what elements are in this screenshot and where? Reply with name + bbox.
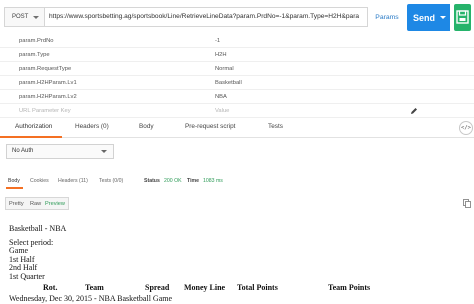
time-label: Time [187,178,200,184]
period-option[interactable]: 2nd Half [9,264,474,273]
param-value[interactable]: NBA [215,94,227,100]
param-row[interactable]: param.H2HParam.Lv1 Basketball [0,76,474,90]
auth-type-select[interactable]: No Auth [6,144,114,159]
request-tabs: Authorization Headers (0) Body Pre-reque… [0,116,474,138]
column-header: Team Points [328,283,371,292]
save-button[interactable] [454,4,471,31]
select-period-label: Select period: [9,237,54,247]
tab-pre-request-script[interactable]: Pre-request script [185,123,235,130]
copy-icon[interactable] [463,199,471,208]
param-value[interactable]: -1 [215,38,220,44]
view-raw-button[interactable]: Raw [30,201,41,207]
param-key-placeholder[interactable]: URL Parameter Key [19,108,71,114]
preview-heading: Basketball - NBA [9,224,67,233]
param-value[interactable]: Basketball [215,80,242,86]
column-header: Rot. [43,283,58,292]
period-option[interactable]: 1st Half [9,255,474,265]
send-label: Send [413,12,436,23]
param-key[interactable]: param.RequestType [19,66,71,72]
send-button[interactable]: Send [407,4,450,31]
param-row[interactable]: param.RequestType Normal [0,62,474,76]
code-button[interactable]: </> [459,121,473,135]
params-button[interactable]: Params [370,7,404,27]
tab-authorization[interactable]: Authorization [15,123,52,130]
method-label: POST [12,14,29,20]
chevron-down-icon [33,16,39,19]
column-header: Team [85,283,104,292]
auth-type-value: No Auth [12,148,34,154]
chevron-down-icon [101,150,107,153]
game-date-row: Wednesday, Dec 30, 2015 - NBA Basketball… [9,294,173,303]
active-tab-indicator [0,136,62,138]
response-preview: Basketball - NBA Select period: Game 1st… [9,224,474,302]
column-header: Total Points [237,283,278,292]
url-input[interactable]: https://www.sportsbetting.ag/sportsbook/… [44,7,368,27]
active-tab-indicator [6,187,23,189]
status-value: 200 OK [164,178,182,184]
tab-test-results[interactable]: Tests (0/0) [99,178,123,184]
chevron-down-icon [440,16,446,19]
params-table: param.PrdNo -1 param.Type H2H param.Requ… [0,34,474,118]
param-key[interactable]: param.Type [19,52,50,58]
param-value[interactable]: H2H [215,52,227,58]
param-key[interactable]: param.H2HParam.Lv1 [19,80,77,86]
view-pretty-button[interactable]: Pretty [9,201,24,207]
param-key[interactable]: param.H2HParam.Lv2 [19,94,77,100]
column-header: Spread [145,283,170,292]
response-tabs: Body Cookies Headers (11) Tests (0/0) St… [0,176,474,189]
param-row[interactable]: param.H2HParam.Lv2 NBA [0,90,474,104]
method-select[interactable]: POST [4,7,44,27]
request-bar: POST https://www.sportsbetting.ag/sports… [0,0,474,34]
status-label: Status [144,178,160,184]
param-row[interactable]: param.PrdNo -1 [0,34,474,48]
param-row[interactable]: param.Type H2H [0,48,474,62]
view-preview-button[interactable]: Preview [45,201,65,207]
pencil-icon[interactable] [410,107,418,115]
view-mode-toggle: Pretty Raw Preview [5,197,69,210]
column-header: Money Line [184,283,226,292]
period-option[interactable]: Game [9,247,474,256]
tab-body[interactable]: Body [139,123,154,130]
param-value-placeholder[interactable]: Value [215,108,229,114]
period-option[interactable]: 1st Quarter [9,272,474,282]
tab-response-headers[interactable]: Headers (11) [58,178,88,184]
tab-headers[interactable]: Headers (0) [75,123,109,130]
param-key[interactable]: param.PrdNo [19,38,53,44]
param-value[interactable]: Normal [215,66,234,72]
tab-cookies[interactable]: Cookies [30,178,49,184]
save-icon [456,10,469,24]
tab-response-body[interactable]: Body [8,178,20,184]
tab-tests[interactable]: Tests [268,123,283,130]
time-value: 1083 ms [203,178,223,184]
